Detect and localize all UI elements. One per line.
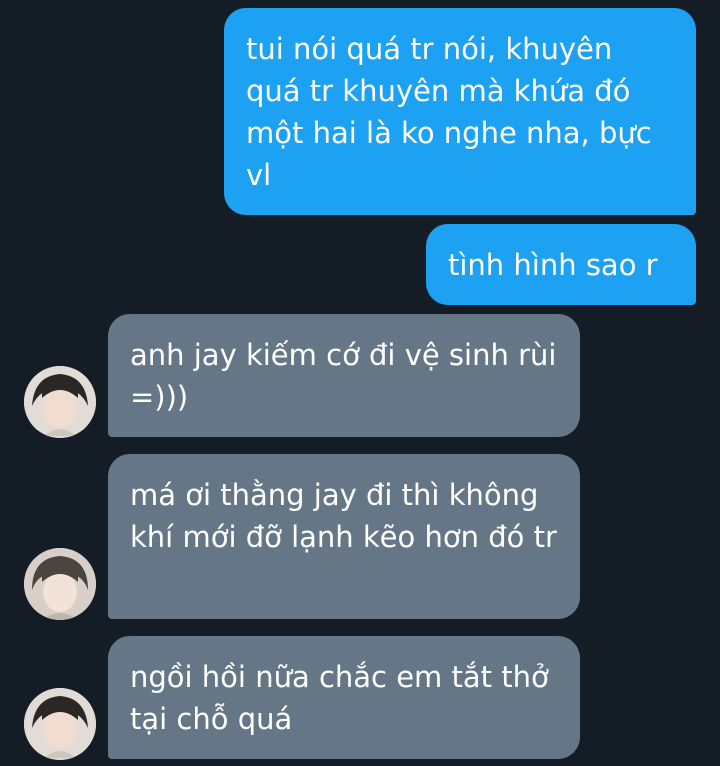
incoming-message[interactable]: má ơi thằng jay đi thì không khí mới đỡ … — [108, 454, 580, 619]
message-thread: tui nói quá tr nói, khuyên quá tr khuyên… — [0, 0, 720, 766]
outgoing-message[interactable]: tui nói quá tr nói, khuyên quá tr khuyên… — [224, 8, 696, 215]
avatar-photo-icon — [24, 366, 96, 438]
contact-avatar[interactable] — [24, 688, 96, 760]
incoming-message[interactable]: anh jay kiếm cớ đi vệ sinh rùi =))) — [108, 314, 580, 437]
avatar-photo-icon — [24, 548, 96, 620]
contact-avatar[interactable] — [24, 548, 96, 620]
contact-avatar[interactable] — [24, 366, 96, 438]
outgoing-message[interactable]: tình hình sao r — [426, 224, 696, 305]
incoming-message[interactable]: ngồi hồi nữa chắc em tắt thở tại chỗ quá — [108, 636, 580, 759]
avatar-photo-icon — [24, 688, 96, 760]
